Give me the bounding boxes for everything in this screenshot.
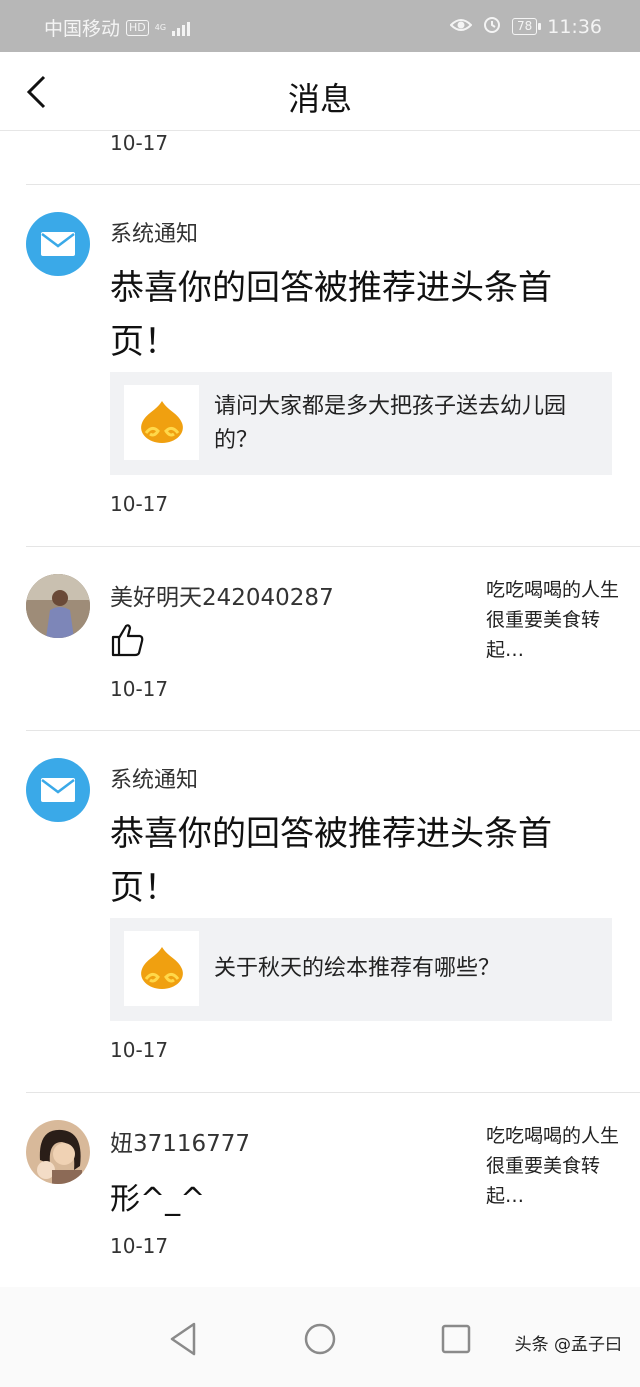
sender-name: 系统通知 xyxy=(110,222,199,247)
system-nav-bar: 头条 @孟子曰 xyxy=(0,1287,640,1387)
article-snippet[interactable]: 吃吃喝喝的人生很重要美食转起… xyxy=(486,1121,626,1211)
toutiao-logo-icon xyxy=(124,931,199,1006)
comment-text: 形^_^ xyxy=(110,1182,206,1217)
question-card[interactable]: 请问大家都是多大把孩子送去幼儿园的？ xyxy=(110,372,612,475)
watermark-text: 头条 @孟子曰 xyxy=(514,1335,622,1355)
user-name[interactable]: 美好明天242040287 xyxy=(110,578,334,612)
recent-apps-square-icon[interactable] xyxy=(436,1319,476,1359)
message-headline: 恭喜你的回答被推荐进头条首页！ xyxy=(110,814,552,908)
alarm-icon xyxy=(482,14,502,39)
message-date: 10-17 xyxy=(110,677,169,701)
message-date: 10-17 xyxy=(110,1234,169,1258)
divider xyxy=(26,184,640,185)
mail-icon xyxy=(26,212,90,276)
mail-icon xyxy=(26,758,90,822)
message-date: 10-17 xyxy=(110,131,169,155)
battery-icon: 78 xyxy=(511,18,542,35)
thumbs-up-icon xyxy=(110,622,146,662)
divider xyxy=(26,546,640,547)
network-label: 4G xyxy=(154,22,167,32)
status-bar: 中国移动 HD 4G 78 11:36 xyxy=(0,0,640,52)
user-avatar[interactable] xyxy=(26,1120,90,1184)
question-text: 请问大家都是多大把孩子送去幼儿园的？ xyxy=(214,394,567,453)
nav-bar: 消息 xyxy=(0,52,640,131)
clock-time: 11:36 xyxy=(547,15,602,38)
message-date: 10-17 xyxy=(110,492,169,516)
user-avatar[interactable] xyxy=(26,574,90,638)
message-date: 10-17 xyxy=(110,1038,169,1062)
carrier-label: 中国移动 xyxy=(44,18,121,40)
eye-icon xyxy=(449,16,473,38)
back-triangle-icon[interactable] xyxy=(164,1319,204,1359)
question-card[interactable]: 关于秋天的绘本推荐有哪些？ xyxy=(110,918,612,1021)
article-snippet[interactable]: 吃吃喝喝的人生很重要美食转起… xyxy=(486,575,626,665)
question-text: 关于秋天的绘本推荐有哪些？ xyxy=(214,956,501,981)
message-headline: 恭喜你的回答被推荐进头条首页！ xyxy=(110,268,552,362)
toutiao-logo-icon xyxy=(124,385,199,460)
user-name[interactable]: 妞37116777 xyxy=(110,1124,250,1158)
hd-badge: HD xyxy=(126,19,149,36)
page-title: 消息 xyxy=(287,80,352,118)
signal-icon xyxy=(172,20,191,36)
divider xyxy=(26,1092,640,1093)
home-circle-icon[interactable] xyxy=(300,1319,340,1359)
divider xyxy=(26,730,640,731)
sender-name: 系统通知 xyxy=(110,768,199,793)
